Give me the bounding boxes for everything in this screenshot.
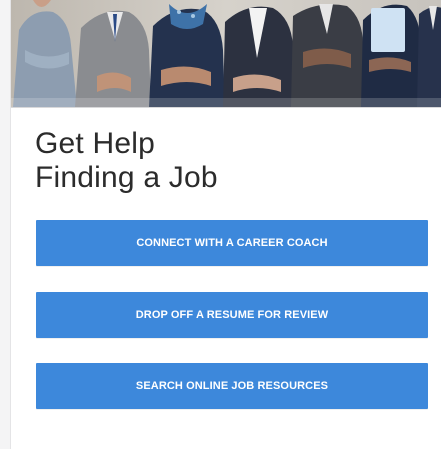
drop-off-resume-button[interactable]: DROP OFF A RESUME FOR REVIEW [36, 292, 428, 338]
page-title-line-2: Finding a Job [35, 161, 218, 194]
hero-divider [11, 107, 441, 108]
hero-photo [11, 0, 441, 107]
search-job-resources-button[interactable]: SEARCH ONLINE JOB RESOURCES [36, 363, 428, 409]
page-title: Get Help Finding a Job [35, 127, 218, 195]
connect-career-coach-button[interactable]: CONNECT WITH A CAREER COACH [36, 220, 428, 266]
job-help-card: Get Help Finding a Job CONNECT WITH A CA… [10, 0, 441, 449]
business-people-photo-icon [11, 0, 441, 107]
page-title-line-1: Get Help [35, 127, 155, 160]
